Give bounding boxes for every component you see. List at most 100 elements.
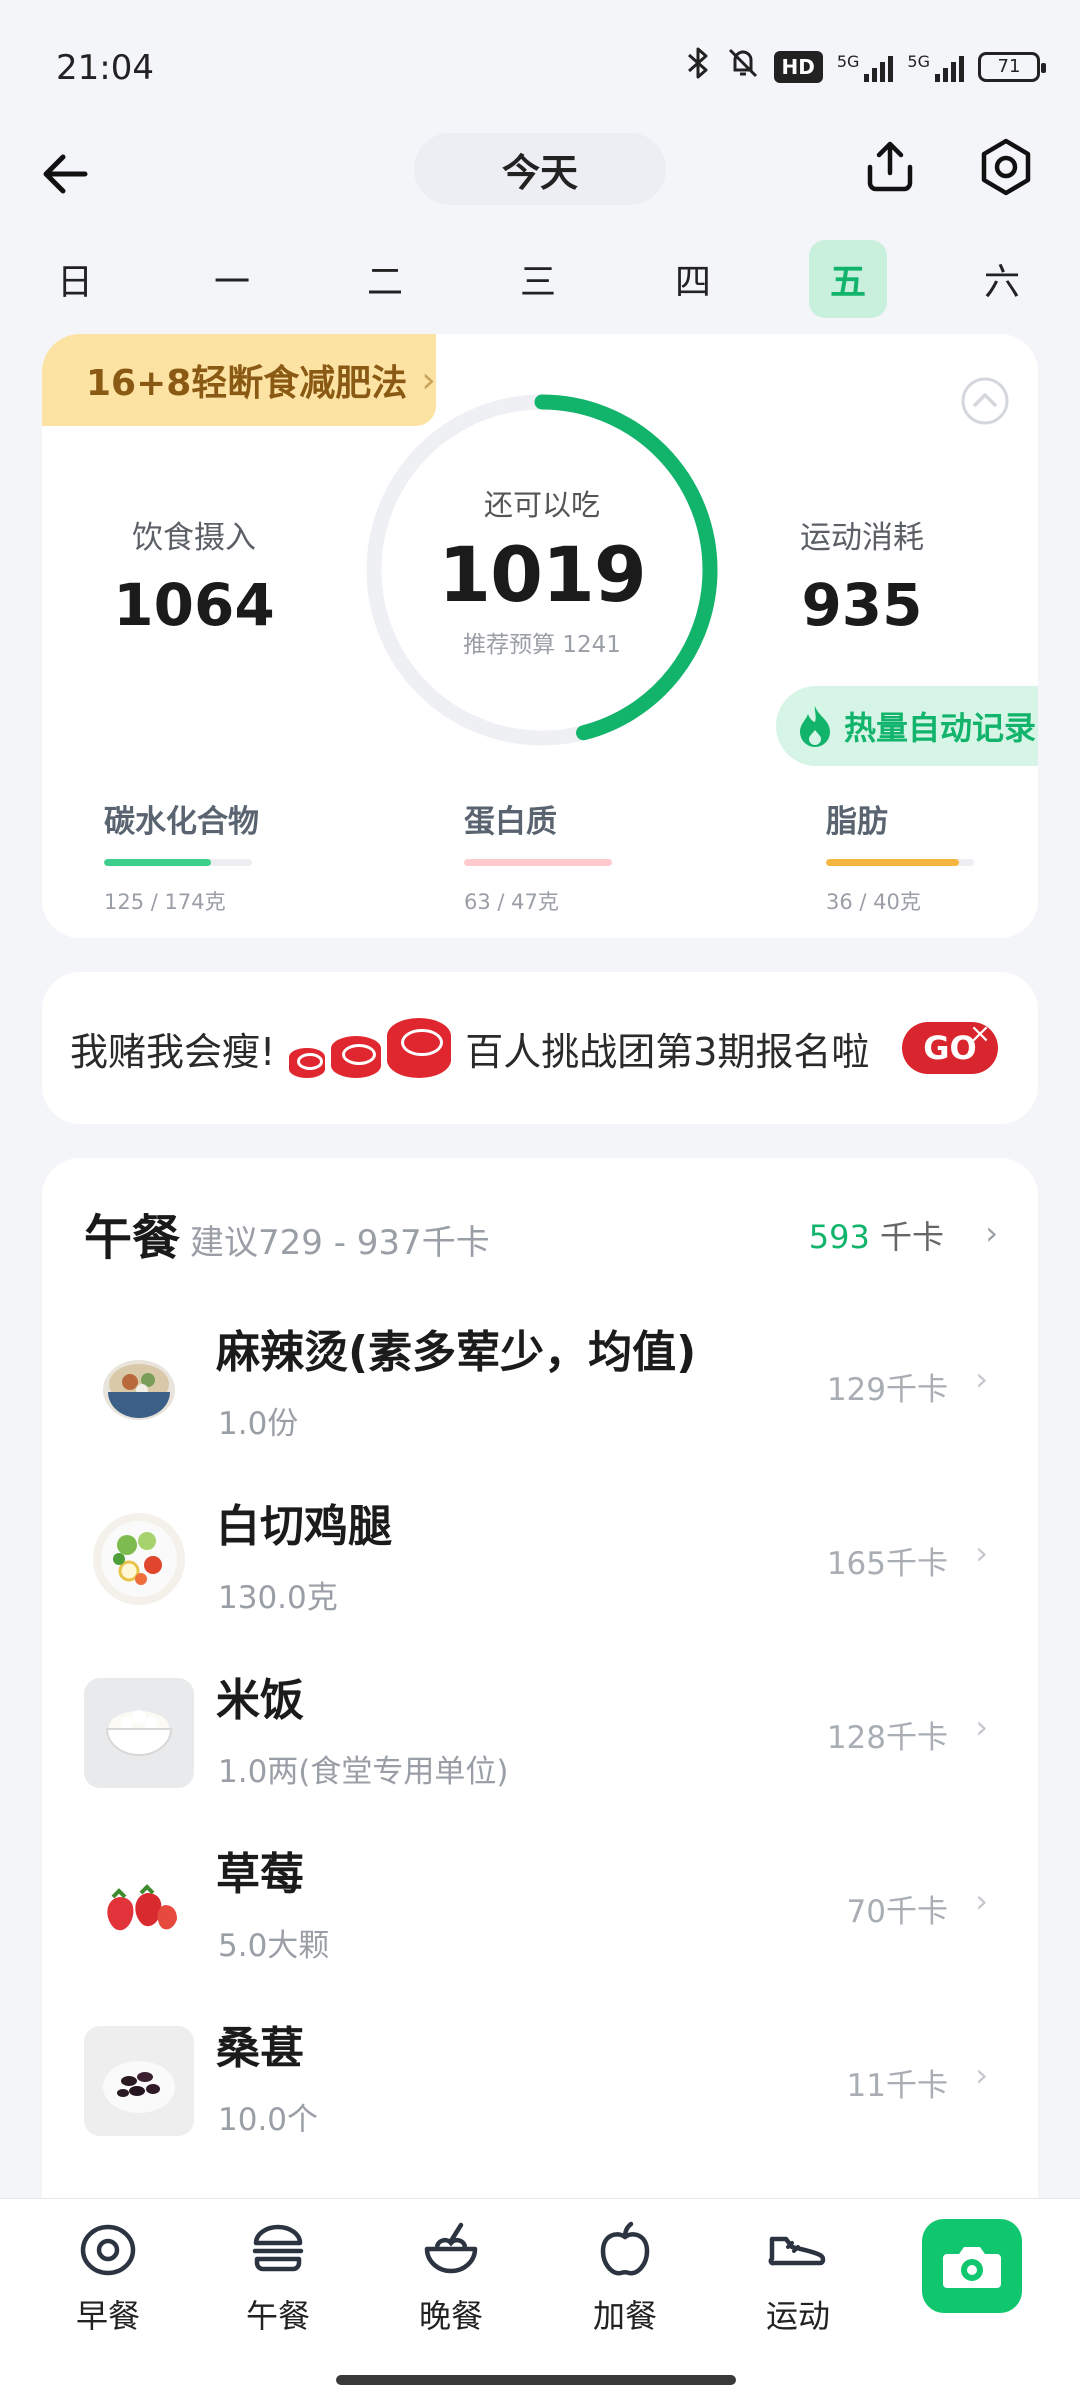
meal-range: 建议729 - 937千卡	[190, 1223, 490, 1263]
chevron-right-icon: ›	[975, 1882, 988, 1920]
status-icons: HD 5G 5G 71	[684, 46, 1046, 87]
date-selector[interactable]: 今天	[414, 133, 666, 205]
close-icon[interactable]: ×	[962, 1016, 998, 1052]
auto-record-button[interactable]: 热量自动记录	[776, 686, 1038, 766]
nav-dinner[interactable]: 晚餐	[391, 2217, 511, 2337]
macro-bar	[464, 859, 612, 866]
food-kcal: 129千卡	[826, 1372, 948, 1408]
nav-label: 早餐	[75, 2297, 140, 2335]
flame-icon	[800, 706, 830, 747]
nav-label: 加餐	[592, 2297, 657, 2335]
collapse-button[interactable]	[960, 376, 1010, 426]
meal-header[interactable]: 午餐 建议729 - 937千卡 593 千卡 ›	[84, 1198, 1004, 1268]
bottom-nav: 早餐 午餐 晚餐 加餐 运动	[0, 2198, 1080, 2400]
food-item[interactable]: 麻辣烫(素多荤少，均值) 1.0份 129千卡 ›	[42, 1298, 1038, 1472]
food-kcal: 128千卡	[826, 1720, 948, 1756]
weekday-sat[interactable]: 六	[963, 240, 1041, 318]
food-qty: 130.0克	[218, 1580, 338, 1616]
share-button[interactable]	[860, 137, 920, 197]
camera-button[interactable]	[922, 2219, 1022, 2313]
auto-record-label: 热量自动记录	[844, 709, 1037, 747]
food-name: 米饭	[216, 1675, 304, 1726]
food-item[interactable]: 桑葚 10.0个 11千卡 ›	[42, 1994, 1038, 2168]
food-qty: 1.0份	[218, 1406, 299, 1442]
chevron-right-icon: ›	[975, 1360, 988, 1398]
settings-button[interactable]	[976, 137, 1036, 197]
chevron-right-icon: ›	[975, 1534, 988, 1572]
meal-total-unit: 千卡	[879, 1218, 944, 1256]
calorie-summary-card: 16+8轻断食减肥法 › 饮食摄入 1064 还可以吃 1019 推荐预算 12…	[42, 334, 1038, 938]
mulberry-icon	[84, 2026, 194, 2136]
banner-right-text: 百人挑战团第3期报名啦	[465, 1029, 870, 1074]
chevron-up-icon	[961, 377, 1009, 425]
macro-carbs: 碳水化合物 125 / 174克	[104, 796, 284, 916]
bowl-icon	[419, 2217, 483, 2281]
macro-name: 脂肪	[826, 804, 888, 840]
burger-icon	[246, 2217, 310, 2281]
malatang-bowl-icon	[84, 1330, 194, 1440]
burn-value: 935	[801, 571, 923, 639]
macro-bar	[826, 859, 974, 866]
weekday-tue[interactable]: 二	[346, 240, 424, 318]
macro-amount: 125 / 174克	[104, 890, 226, 914]
signal-icon-1: 5G	[837, 52, 894, 82]
weekday-mon[interactable]: 一	[193, 240, 271, 318]
food-name: 白切鸡腿	[216, 1501, 392, 1552]
food-name: 桑葚	[216, 2023, 304, 2074]
egg-icon	[76, 2217, 140, 2281]
food-item[interactable]: 草莓 5.0大颗 70千卡 ›	[42, 1820, 1038, 1994]
remaining-value: 1019	[438, 529, 647, 619]
macro-amount: 63 / 47克	[464, 890, 559, 914]
nav-label: 午餐	[245, 2297, 310, 2335]
burn-label: 运动消耗	[800, 520, 924, 556]
strawberry-icon	[84, 1852, 194, 1962]
nav-snack[interactable]: 加餐	[565, 2217, 685, 2337]
intake-value: 1064	[113, 571, 275, 639]
banner-left-text: 我赌我会瘦!	[70, 1029, 276, 1074]
macro-bar	[104, 859, 252, 866]
intake-label: 饮食摄入	[132, 520, 256, 556]
rice-bowl-icon	[84, 1678, 194, 1788]
weekday-fri[interactable]: 五	[809, 240, 887, 318]
weekday-thu[interactable]: 四	[654, 240, 732, 318]
home-indicator[interactable]	[336, 2375, 736, 2385]
food-qty: 1.0两(食堂专用单位)	[218, 1754, 509, 1790]
nav-exercise[interactable]: 运动	[738, 2217, 858, 2337]
food-kcal: 70千卡	[846, 1894, 948, 1930]
chevron-right-icon: ›	[985, 1214, 998, 1252]
food-name: 麻辣烫(素多荤少，均值)	[216, 1327, 697, 1378]
macro-amount: 36 / 40克	[826, 890, 921, 914]
food-item[interactable]: 米饭 1.0两(食堂专用单位) 128千卡 ›	[42, 1646, 1038, 1820]
battery-icon: 71	[978, 51, 1046, 82]
chevron-right-icon: ›	[975, 1708, 988, 1746]
back-button[interactable]	[38, 147, 92, 201]
burn-stat: 运动消耗 935	[732, 512, 992, 639]
food-qty: 5.0大颗	[218, 1928, 330, 1964]
drum-graphic	[289, 1018, 452, 1078]
weekday-sun[interactable]: 日	[36, 240, 114, 318]
back-arrow-icon	[43, 154, 88, 194]
status-time: 21:04	[56, 48, 154, 88]
challenge-banner[interactable]: 我赌我会瘦! 百人挑战团第3期报名啦 GO ×	[42, 972, 1038, 1124]
sneaker-icon	[766, 2217, 830, 2281]
macro-protein: 蛋白质 63 / 47克	[464, 796, 644, 916]
share-icon	[867, 141, 913, 192]
nav-lunch[interactable]: 午餐	[218, 2217, 338, 2337]
food-name: 草莓	[216, 1849, 304, 1900]
bluetooth-icon	[684, 46, 712, 87]
salad-plate-icon	[84, 1504, 194, 1614]
food-item[interactable]: 白切鸡腿 130.0克 165千卡 ›	[42, 1472, 1038, 1646]
nav-label: 运动	[765, 2297, 830, 2335]
chevron-right-icon: ›	[975, 2056, 988, 2094]
meal-total: 593 千卡	[809, 1212, 944, 1258]
macro-name: 蛋白质	[464, 804, 557, 840]
macro-fat: 脂肪 36 / 40克	[826, 796, 1006, 916]
apple-icon	[593, 2217, 657, 2281]
nav-breakfast[interactable]: 早餐	[48, 2217, 168, 2337]
remaining-calories-ring[interactable]: 还可以吃 1019 推荐预算 1241	[358, 386, 726, 754]
camera-icon	[943, 2247, 1001, 2288]
remaining-label: 还可以吃	[483, 487, 600, 522]
meal-title: 午餐	[84, 1210, 181, 1266]
weekday-wed[interactable]: 三	[499, 240, 577, 318]
food-kcal: 11千卡	[846, 2068, 948, 2104]
